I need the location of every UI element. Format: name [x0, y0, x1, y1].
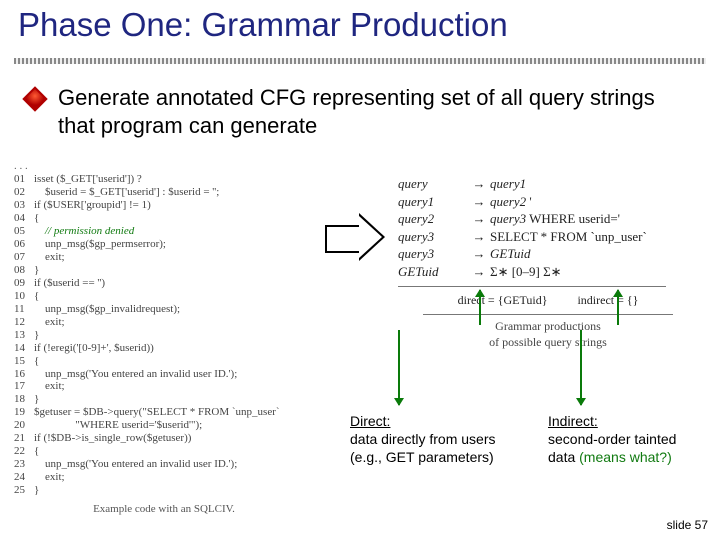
slide-title: Phase One: Grammar Production: [18, 6, 508, 44]
code-line: 19$getuser = $DB->query("SELECT * FROM `…: [14, 406, 326, 419]
annotation-indirect-line2b: (means what?): [579, 449, 672, 465]
code-line: 17 exit;: [14, 380, 326, 393]
bullet-row: Generate annotated CFG representing set …: [26, 84, 686, 139]
green-arrow-direct-down-icon: [398, 330, 400, 405]
grammar-sets: direct = {GETuid} indirect = {}: [398, 293, 698, 308]
code-line: 25}: [14, 484, 326, 497]
code-example: . . . 01isset ($_GET['userid']) ?02 $use…: [14, 160, 326, 510]
code-caption: Example code with an SQLCIV.: [14, 503, 294, 516]
diamond-bullet-icon: [22, 86, 47, 111]
grammar-production: query2→query3 WHERE userid=': [398, 210, 698, 228]
annotation-direct-line2: (e.g., GET parameters): [350, 449, 494, 465]
code-line: 15{: [14, 355, 326, 368]
transform-arrow-icon: [325, 215, 387, 259]
code-line: 04{: [14, 212, 326, 225]
code-lines: 01isset ($_GET['userid']) ?02 $userid = …: [14, 173, 326, 497]
code-line: 13}: [14, 329, 326, 342]
annotation-indirect-line1: second-order tainted: [548, 431, 676, 447]
code-line: 23 unp_msg('You entered an invalid user …: [14, 458, 326, 471]
grammar-divider: [398, 286, 666, 287]
annotation-indirect-line2a: data: [548, 449, 579, 465]
green-arrow-indirect-up-icon: [617, 290, 619, 325]
direct-set: direct = {GETuid}: [458, 293, 548, 308]
grammar-panel: query→query1query1→query2 'query2→query3…: [398, 175, 698, 350]
code-line: 16 unp_msg('You entered an invalid user …: [14, 368, 326, 381]
grammar-production: GETuid→Σ∗ [0–9] Σ∗: [398, 263, 698, 281]
annotation-direct-label: Direct:: [350, 413, 390, 429]
code-line: 24 exit;: [14, 471, 326, 484]
code-line: 12 exit;: [14, 316, 326, 329]
code-line: 18}: [14, 393, 326, 406]
green-arrow-indirect-down-icon: [580, 330, 582, 405]
title-divider: [14, 58, 706, 64]
annotation-direct-line1: data directly from users: [350, 431, 496, 447]
code-line: 08}: [14, 264, 326, 277]
grammar-production: query1→query2 ': [398, 193, 698, 211]
code-line: 11 unp_msg($gp_invalidrequest);: [14, 303, 326, 316]
code-line: 14if (!eregi('[0-9]+', $userid)): [14, 342, 326, 355]
green-arrow-direct-up-icon: [479, 290, 481, 325]
code-line: 20 "WHERE userid='$userid'");: [14, 419, 326, 432]
grammar-production: query→query1: [398, 175, 698, 193]
grammar-caption: Grammar productions of possible query st…: [398, 319, 698, 350]
code-line: 05 // permission denied: [14, 225, 326, 238]
slide: Phase One: Grammar Production Generate a…: [0, 0, 720, 540]
grammar-production: query3→SELECT * FROM `unp_user`: [398, 228, 698, 246]
slide-number: slide 57: [667, 518, 708, 532]
code-line: 22{: [14, 445, 326, 458]
grammar-divider-2: [423, 314, 673, 315]
code-line: 02 $userid = $_GET['userid'] : $userid =…: [14, 186, 326, 199]
grammar-production: query3→GETuid: [398, 245, 698, 263]
code-line: 21if (!$DB->is_single_row($getuser)): [14, 432, 326, 445]
code-line: 09if ($userid == ''): [14, 277, 326, 290]
code-ellipsis: . . .: [14, 160, 326, 173]
code-line: 10{: [14, 290, 326, 303]
code-line: 07 exit;: [14, 251, 326, 264]
code-line: 03if ($USER['groupid'] != 1): [14, 199, 326, 212]
indirect-set: indirect = {}: [577, 293, 638, 308]
bullet-text: Generate annotated CFG representing set …: [58, 84, 686, 139]
code-line: 01isset ($_GET['userid']) ?: [14, 173, 326, 186]
annotation-indirect-label: Indirect:: [548, 413, 598, 429]
code-line: 06 unp_msg($gp_permserror);: [14, 238, 326, 251]
annotation-direct: Direct: data directly from users (e.g., …: [350, 412, 540, 467]
annotation-indirect: Indirect: second-order tainted data (mea…: [548, 412, 718, 467]
grammar-productions: query→query1query1→query2 'query2→query3…: [398, 175, 698, 280]
